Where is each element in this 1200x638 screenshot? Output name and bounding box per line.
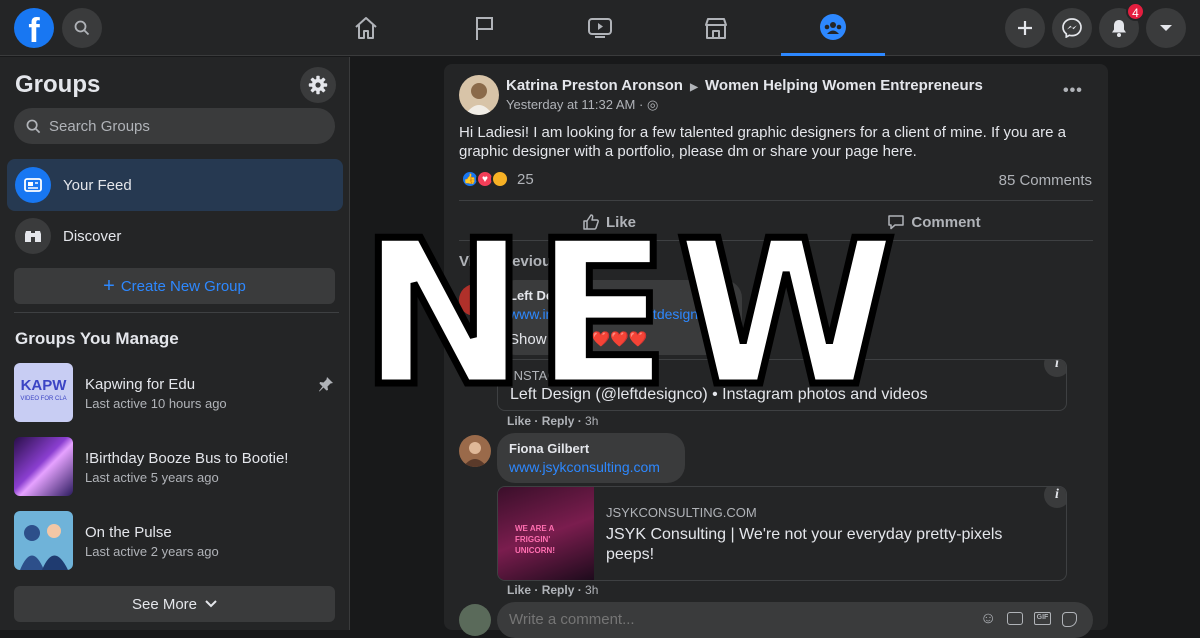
sticker-icon[interactable] bbox=[1062, 612, 1077, 627]
group-thumbnail bbox=[14, 437, 73, 496]
card-source: JSYKCONSULTING.COM bbox=[606, 505, 757, 520]
see-more-button[interactable]: See More bbox=[14, 586, 335, 622]
facebook-logo-icon[interactable]: f bbox=[14, 8, 54, 48]
caret-down-icon bbox=[1160, 25, 1172, 31]
search-button[interactable] bbox=[62, 8, 102, 48]
tab-marketplace[interactable] bbox=[664, 0, 768, 56]
home-icon bbox=[355, 17, 377, 39]
group-last-active: Last active 10 hours ago bbox=[85, 396, 227, 411]
plus-icon bbox=[1018, 21, 1032, 35]
messenger-icon bbox=[1062, 18, 1082, 38]
tab-pages[interactable] bbox=[432, 0, 536, 56]
create-new-group-button[interactable]: + Create New Group bbox=[14, 268, 335, 304]
thumbnail-text: KAPW bbox=[20, 377, 67, 394]
write-comment-field[interactable]: ☺ GIF bbox=[497, 602, 1093, 638]
search-groups-field[interactable] bbox=[14, 108, 335, 144]
more-options-icon[interactable]: ••• bbox=[1063, 82, 1083, 100]
post-header: Katrina Preston Aronson ▶ Women Helping … bbox=[506, 77, 983, 94]
sidebar-item-your-feed[interactable]: Your Feed bbox=[7, 159, 343, 211]
video-icon bbox=[588, 18, 612, 38]
group-name: On the Pulse bbox=[85, 524, 172, 541]
groups-sidebar: Groups Your Feed Discover + Create New G… bbox=[0, 57, 350, 630]
group-item-birthday-booze-bus[interactable]: !Birthday Booze Bus to Bootie! Last acti… bbox=[14, 437, 339, 497]
emoji-icon[interactable]: ☺ bbox=[980, 610, 996, 628]
comment-like-link[interactable]: Like bbox=[507, 583, 531, 597]
reactions-summary[interactable]: 👍 ♥ 25 bbox=[461, 170, 534, 188]
tab-home[interactable] bbox=[314, 0, 418, 56]
author-avatar[interactable] bbox=[459, 75, 499, 115]
notification-badge: 4 bbox=[1126, 2, 1145, 21]
comment-label: Comment bbox=[911, 213, 981, 231]
info-icon[interactable]: i bbox=[1044, 487, 1066, 508]
group-name: !Birthday Booze Bus to Bootie! bbox=[85, 450, 289, 467]
tab-watch[interactable] bbox=[548, 0, 652, 56]
card-title: JSYK Consulting | We're not your everyda… bbox=[606, 526, 1003, 563]
camera-icon[interactable] bbox=[1007, 612, 1023, 625]
group-item-on-the-pulse[interactable]: On the Pulse Last active 2 years ago bbox=[14, 511, 339, 571]
info-icon[interactable]: i bbox=[1044, 360, 1066, 377]
comment-bubble: Fiona Gilbert www.jsykconsulting.com bbox=[497, 433, 685, 483]
tab-groups[interactable] bbox=[781, 0, 885, 56]
messenger-button[interactable] bbox=[1052, 8, 1092, 48]
new-overlay-text: NEW bbox=[357, 198, 903, 431]
marketplace-icon bbox=[705, 18, 727, 39]
group-item-kapwing[interactable]: KAPW VIDEO FOR CLA Kapwing for Edu Last … bbox=[14, 363, 339, 423]
thumbnail-subtext: VIDEO FOR CLA bbox=[20, 396, 67, 402]
privacy-group-icon: ◎ bbox=[646, 97, 659, 112]
group-thumbnail bbox=[14, 511, 73, 570]
sidebar-item-discover[interactable]: Discover bbox=[7, 210, 343, 262]
group-name: Kapwing for Edu bbox=[85, 376, 196, 393]
section-title-groups-you-manage: Groups You Manage bbox=[15, 329, 179, 348]
commenter-avatar[interactable] bbox=[459, 435, 491, 467]
gear-icon bbox=[308, 75, 328, 95]
comment-actions: Like · Reply · 3h bbox=[507, 583, 599, 597]
settings-button[interactable] bbox=[300, 67, 336, 103]
account-menu-button[interactable] bbox=[1146, 8, 1186, 48]
notifications-button[interactable]: 4 bbox=[1099, 2, 1145, 48]
card-image-text: WE ARE A FRIGGIN' UNICORN! bbox=[515, 524, 555, 555]
see-more-label: See More bbox=[131, 595, 198, 613]
search-icon bbox=[74, 20, 90, 36]
current-user-avatar[interactable] bbox=[459, 604, 491, 636]
author-name[interactable]: Katrina Preston Aronson bbox=[506, 77, 683, 94]
post-meta: Yesterday at 11:32 AM · ◎ bbox=[506, 97, 658, 113]
group-last-active: Last active 2 years ago bbox=[85, 544, 219, 559]
flag-icon bbox=[476, 17, 493, 40]
pin-icon[interactable] bbox=[318, 376, 334, 392]
plus-icon: + bbox=[103, 275, 115, 297]
write-comment-input[interactable] bbox=[509, 611, 949, 628]
comment-reply-link[interactable]: Reply bbox=[542, 583, 575, 597]
link-preview-card[interactable]: WE ARE A FRIGGIN' UNICORN! JSYKCONSULTIN… bbox=[497, 486, 1067, 581]
gif-icon[interactable]: GIF bbox=[1034, 612, 1051, 625]
sidebar-item-label: Your Feed bbox=[63, 176, 132, 194]
reaction-count: 25 bbox=[517, 170, 534, 188]
commenter-name[interactable]: Fiona Gilbert bbox=[509, 441, 589, 456]
comment-link[interactable]: www.jsykconsulting.com bbox=[509, 459, 660, 475]
comment-count[interactable]: 85 Comments bbox=[999, 172, 1092, 189]
bell-icon bbox=[1112, 20, 1126, 37]
sidebar-item-label: Discover bbox=[63, 227, 122, 245]
post-text: Hi Ladiesi! I am looking for a few talen… bbox=[459, 124, 1066, 160]
feed-icon bbox=[15, 167, 51, 203]
top-navigation-bar: f 4 bbox=[0, 0, 1200, 56]
create-new-group-label: Create New Group bbox=[120, 277, 246, 295]
divider bbox=[14, 312, 339, 313]
groups-icon bbox=[820, 13, 846, 40]
binoculars-icon bbox=[15, 218, 51, 254]
chevron-down-icon bbox=[205, 600, 217, 608]
sidebar-title: Groups bbox=[15, 71, 101, 98]
arrow-right-icon: ▶ bbox=[690, 82, 698, 93]
search-groups-input[interactable] bbox=[49, 117, 309, 135]
post-timestamp[interactable]: Yesterday at 11:32 AM bbox=[506, 97, 635, 112]
search-icon bbox=[26, 119, 41, 133]
group-link[interactable]: Women Helping Women Entrepreneurs bbox=[705, 77, 983, 94]
meta-dot: · bbox=[639, 97, 644, 112]
group-last-active: Last active 5 years ago bbox=[85, 470, 219, 485]
create-button[interactable] bbox=[1005, 8, 1045, 48]
card-image: WE ARE A FRIGGIN' UNICORN! bbox=[498, 487, 594, 580]
comment-time[interactable]: 3h bbox=[585, 583, 598, 597]
group-thumbnail: KAPW VIDEO FOR CLA bbox=[14, 363, 73, 422]
care-reaction-icon bbox=[491, 170, 509, 188]
